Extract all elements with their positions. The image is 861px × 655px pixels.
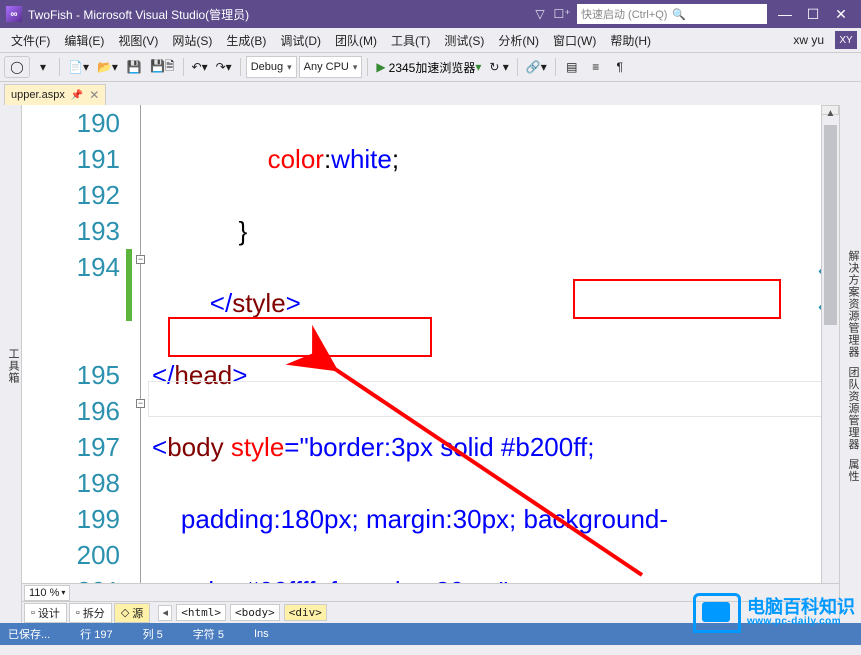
view-tab-split[interactable]: ▫拆分 — [69, 603, 112, 623]
menu-analyze[interactable]: 分析(N) — [491, 29, 546, 52]
minimize-button[interactable]: — — [771, 0, 799, 28]
view-tab-source[interactable]: ◇源 — [114, 603, 150, 623]
user-badge[interactable]: XY — [835, 31, 857, 49]
scroll-up-icon[interactable]: ▲ — [822, 105, 839, 121]
nav-back-button[interactable]: ◯ — [4, 56, 30, 78]
code-content[interactable]: color:white; } </style> </head> <body st… — [148, 105, 839, 583]
refresh-button[interactable]: ↻ ▾ — [486, 56, 511, 78]
current-line-highlight — [148, 381, 839, 417]
tab-close-icon[interactable]: ✕ — [89, 88, 99, 102]
platform-dropdown[interactable]: Any CPU▾ — [299, 56, 363, 78]
breadcrumb-item[interactable]: <div> — [284, 604, 327, 621]
tb-extra2-button[interactable]: ≡ — [585, 56, 607, 78]
menu-file[interactable]: 文件(F) — [4, 29, 57, 52]
menu-build[interactable]: 生成(B) — [219, 29, 273, 52]
breadcrumb-item[interactable]: <body> — [230, 604, 280, 621]
quick-launch-input[interactable]: 快速启动 (Ctrl+Q) 🔍 — [577, 4, 767, 24]
change-marker — [126, 249, 132, 321]
menu-tools[interactable]: 工具(T) — [384, 29, 437, 52]
redo-button[interactable]: ↷▾ — [213, 56, 235, 78]
vs-logo-icon: ∞ — [6, 6, 22, 22]
save-all-button[interactable]: 💾🗎 — [147, 56, 178, 78]
maximize-button[interactable]: ☐ — [799, 0, 827, 28]
view-tab-design[interactable]: ▫设计 — [24, 603, 67, 623]
feedback-icon[interactable]: ☐⁺ — [551, 3, 573, 25]
save-button[interactable]: 💾 — [123, 56, 145, 78]
menu-team[interactable]: 团队(M) — [328, 29, 384, 52]
window-title: TwoFish - Microsoft Visual Studio(管理员) — [28, 6, 249, 23]
watermark-logo: 电脑百科知识 www.pc-daily.com — [687, 591, 861, 635]
quick-launch-placeholder: 快速启动 (Ctrl+Q) — [581, 6, 672, 22]
undo-button[interactable]: ↶▾ — [189, 56, 211, 78]
menu-test[interactable]: 测试(S) — [437, 29, 491, 52]
start-debug-button[interactable]: ▶ 2345加速浏览器 ▾ — [373, 56, 484, 78]
vertical-scrollbar[interactable]: ▲ — [821, 105, 839, 583]
pin-icon[interactable]: 📌 — [71, 90, 83, 101]
watermark-url: www.pc-daily.com — [747, 616, 855, 628]
status-line: 行 197 — [80, 626, 112, 642]
browser-link-button[interactable]: 🔗▾ — [523, 56, 550, 78]
crumb-prev-button[interactable]: ◂ — [158, 605, 172, 621]
menu-view[interactable]: 视图(V) — [111, 29, 165, 52]
title-bar: ∞ TwoFish - Microsoft Visual Studio(管理员)… — [0, 0, 861, 28]
code-editor[interactable]: 190191192 193194 195196 197198199 200201… — [22, 105, 839, 583]
scrollbar-thumb[interactable] — [824, 125, 837, 325]
config-dropdown[interactable]: Debug▾ — [246, 56, 297, 78]
menu-website[interactable]: 网站(S) — [165, 29, 219, 52]
doc-tab-label: upper.aspx — [11, 89, 65, 101]
menu-window[interactable]: 窗口(W) — [546, 29, 603, 52]
search-icon: 🔍 — [672, 8, 763, 21]
tb-extra3-button[interactable]: ¶ — [609, 56, 631, 78]
line-number-gutter: 190191192 193194 195196 197198199 200201 — [22, 105, 126, 583]
status-char: 字符 5 — [193, 626, 224, 642]
nav-fwd-button[interactable]: ▾ — [32, 56, 54, 78]
annotation-box — [573, 279, 781, 319]
toolbox-rail[interactable]: 工具箱 — [0, 105, 22, 623]
main-toolbar: ◯ ▾ 📄▾ 📂▾ 💾 💾🗎 ↶▾ ↷▾ Debug▾ Any CPU▾ ▶ 2… — [0, 52, 861, 82]
tb-extra1-button[interactable]: ▤ — [561, 56, 583, 78]
status-col: 列 5 — [143, 626, 163, 642]
menu-debug[interactable]: 调试(D) — [273, 29, 328, 52]
annotation-box — [168, 317, 432, 357]
user-name[interactable]: xw yu — [786, 30, 831, 50]
status-ins: Ins — [254, 628, 269, 640]
watermark-title: 电脑百科知识 — [747, 598, 855, 616]
fold-toggle-icon[interactable]: − — [136, 255, 145, 264]
breadcrumb-item[interactable]: <html> — [176, 604, 226, 621]
fold-toggle-icon[interactable]: − — [136, 399, 145, 408]
solution-explorer-rail[interactable]: 解决方案资源管理器 团队资源管理器 属性 — [839, 105, 861, 623]
zoom-dropdown[interactable]: 110 %▾ — [24, 585, 70, 601]
tag-breadcrumb: ◂ <html> <body> <div> — [158, 604, 327, 621]
menu-bar: 文件(F) 编辑(E) 视图(V) 网站(S) 生成(B) 调试(D) 团队(M… — [0, 28, 861, 52]
open-button[interactable]: 📂▾ — [94, 56, 121, 78]
doc-tab-active[interactable]: upper.aspx 📌 ✕ — [4, 84, 106, 105]
notifications-icon[interactable]: ▽ — [529, 3, 551, 25]
monitor-icon — [693, 593, 741, 633]
new-project-button[interactable]: 📄▾ — [65, 56, 92, 78]
menu-help[interactable]: 帮助(H) — [603, 29, 658, 52]
status-saved: 已保存... — [8, 626, 50, 642]
menu-edit[interactable]: 编辑(E) — [57, 29, 111, 52]
outlining-margin[interactable]: − − — [134, 105, 148, 583]
document-tab-strip: upper.aspx 📌 ✕ — [0, 82, 861, 105]
close-button[interactable]: ✕ — [827, 0, 855, 28]
